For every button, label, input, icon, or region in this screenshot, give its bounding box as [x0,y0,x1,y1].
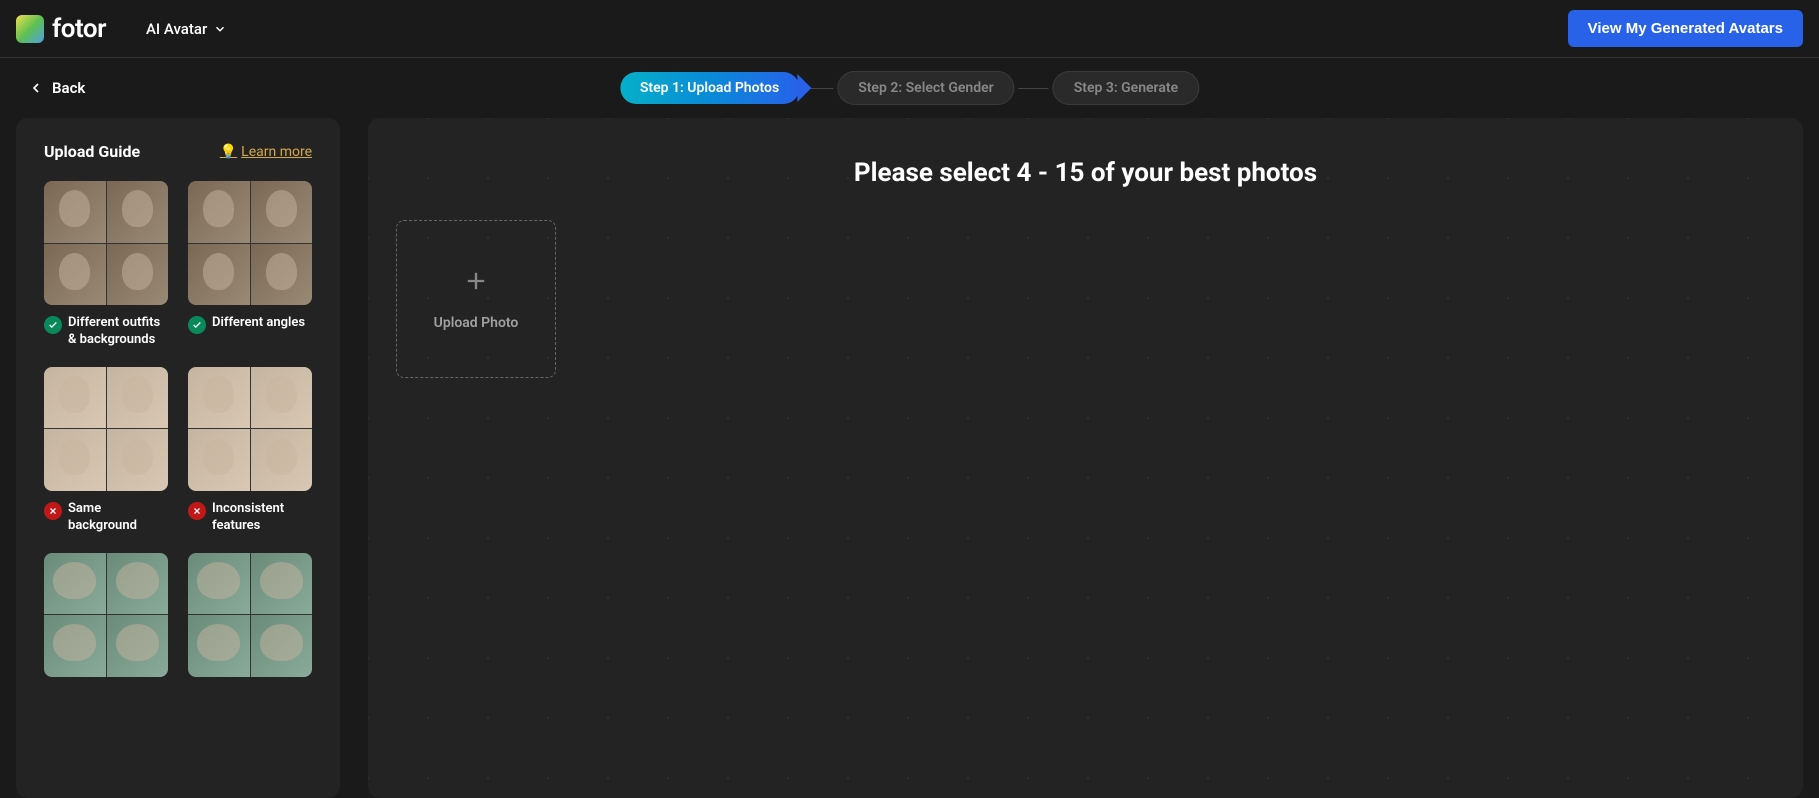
guide-item-extra-2 [188,553,312,687]
guide-thumb [107,367,169,429]
guide-thumb [251,367,313,429]
logo-text: fotor [52,14,106,44]
guide-grid: Different outfits & backgrounds Differen… [44,181,312,687]
guide-thumb [251,244,313,306]
step-3-generate[interactable]: Step 3: Generate [1053,71,1199,105]
app-header: fotor AI Avatar View My Generated Avatar… [0,0,1819,58]
learn-more-label: Learn more [241,144,312,160]
chevron-down-icon [213,22,227,36]
back-button[interactable]: Back [28,79,85,97]
cross-icon [188,502,206,520]
guide-text: Inconsistent features [212,501,312,535]
guide-thumb [251,615,313,677]
guide-label: Inconsistent features [188,501,312,535]
guide-label: Same background [44,501,168,535]
guide-thumb [44,181,106,243]
guide-image [44,367,168,491]
guide-label: Different outfits & backgrounds [44,315,168,349]
guide-thumb [188,244,250,306]
step-connector [1019,88,1049,89]
guide-thumb [188,181,250,243]
nav-ai-avatar[interactable]: AI Avatar [146,20,227,38]
sidebar-header: Upload Guide 💡 Learn more [44,142,312,161]
guide-thumb [44,553,106,615]
guide-thumb [188,367,250,429]
guide-item-angles: Different angles [188,181,312,349]
guide-text: Different angles [212,315,305,332]
cross-icon [44,502,62,520]
bulb-icon: 💡 [220,144,237,160]
guide-image [188,367,312,491]
guide-thumb [107,553,169,615]
learn-more-link[interactable]: 💡 Learn more [220,144,312,160]
guide-image [44,181,168,305]
guide-image [188,181,312,305]
guide-item-same-bg: Same background [44,367,168,535]
header-left: fotor AI Avatar [16,14,227,44]
logo[interactable]: fotor [16,14,106,44]
plus-icon [462,267,490,295]
guide-thumb [107,244,169,306]
content-area: Please select 4 - 15 of your best photos… [368,118,1803,798]
step-1-upload-photos[interactable]: Step 1: Upload Photos [620,72,799,104]
page-title: Please select 4 - 15 of your best photos [396,158,1775,188]
chevron-left-icon [28,80,44,96]
guide-image [44,553,168,677]
check-icon [44,316,62,334]
guide-thumb [107,429,169,491]
guide-image [188,553,312,677]
guide-thumb [251,429,313,491]
nav-label: AI Avatar [146,20,207,38]
guide-thumb [44,615,106,677]
guide-text: Same background [68,501,168,535]
step-2-select-gender[interactable]: Step 2: Select Gender [837,71,1015,105]
guide-thumb [251,553,313,615]
upload-photo-box[interactable]: Upload Photo [396,220,556,378]
view-avatars-button[interactable]: View My Generated Avatars [1568,10,1803,47]
logo-icon [16,15,44,43]
guide-thumb [107,181,169,243]
upload-label: Upload Photo [434,315,519,331]
guide-item-inconsistent: Inconsistent features [188,367,312,535]
guide-item-extra-1 [44,553,168,687]
guide-text: Different outfits & backgrounds [68,315,168,349]
guide-thumb [188,615,250,677]
guide-thumb [107,615,169,677]
guide-thumb [44,244,106,306]
back-label: Back [52,79,85,97]
guide-thumb [44,429,106,491]
guide-thumb [251,181,313,243]
guide-label: Different angles [188,315,312,334]
guide-item-outfits: Different outfits & backgrounds [44,181,168,349]
main-content: Upload Guide 💡 Learn more Different [0,118,1819,798]
check-icon [188,316,206,334]
guide-thumb [188,429,250,491]
sidebar-title: Upload Guide [44,142,140,161]
subheader: Back Step 1: Upload Photos Step 2: Selec… [0,58,1819,118]
guide-thumb [44,367,106,429]
stepper: Step 1: Upload Photos Step 2: Select Gen… [620,71,1199,105]
upload-guide-sidebar: Upload Guide 💡 Learn more Different [16,118,340,798]
guide-thumb [188,553,250,615]
